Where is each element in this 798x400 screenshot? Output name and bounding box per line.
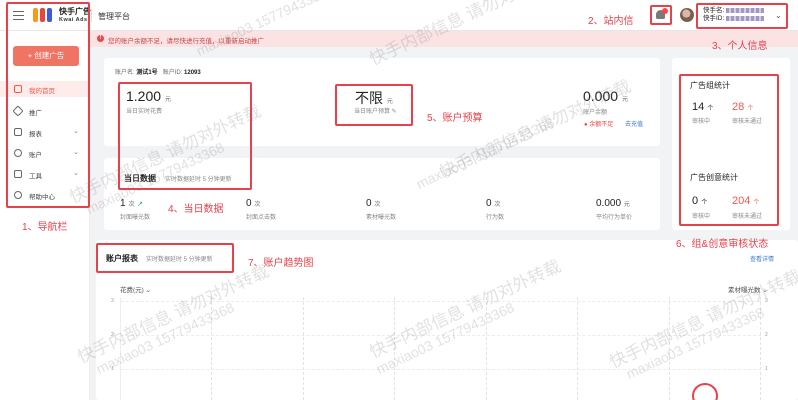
annotation-box-profile: [696, 3, 788, 29]
account-name-line: 账户名: 测试1号 账户ID: 12093: [115, 67, 201, 76]
annotation-box-today: [118, 82, 252, 190]
grid-line: [669, 297, 670, 400]
annotation-box-messages: [650, 5, 672, 25]
metric-label: 行为数: [486, 215, 505, 221]
metric-label: 封面点击数: [246, 215, 277, 221]
trend-up-icon: ↗: [137, 201, 144, 208]
metric-actions-value: 0 次: [486, 198, 501, 209]
annotation-label-today: 4、当日数据: [168, 204, 224, 215]
view-detail-link[interactable]: 查看详情: [750, 254, 774, 263]
top-bar: 快手广告 Kwai Ads 管理平台 快手名: 快手ID: ⌄: [0, 0, 798, 31]
divider: [91, 9, 92, 22]
alert-icon: !: [97, 35, 104, 42]
grid-line: [394, 297, 395, 400]
recharge-link[interactable]: 去充值: [625, 119, 643, 128]
annotation-label-profile: 3、个人信息: [712, 41, 768, 52]
account-name: 测试1号: [136, 70, 158, 76]
metric-label: 封面曝光数: [120, 215, 151, 221]
grid-line: [121, 335, 761, 336]
grid-line: [577, 297, 578, 400]
balance-label: 账户余额: [583, 110, 608, 116]
alert-text: 您的账户余额不足，请尽快进行充值，以重新启动推广: [108, 38, 264, 45]
metric-label: 平均行为单价: [596, 215, 633, 221]
annotation-label-budget: 5、账户预算: [427, 113, 483, 124]
annotation-label-review: 6、组&创意审核状态: [676, 239, 769, 250]
trend-chart-area: [120, 297, 761, 400]
annotation-label-messages: 2、站内信: [588, 16, 634, 27]
annotation-box-nav: [6, 2, 90, 208]
grid-line: [121, 369, 761, 370]
chevron-down-icon: ⌄: [762, 287, 768, 294]
grid-line: [486, 297, 487, 400]
grid-line: [760, 297, 761, 400]
balance-alert: ! 您的账户余额不足，请尽快进行充值，以重新启动推广: [90, 31, 798, 47]
y-tick-left: 3: [111, 298, 114, 304]
metric-cover-impressions-value: 1 次 ↗: [120, 198, 144, 209]
balance-value: 0.000 元: [583, 88, 628, 104]
grid-line: [211, 297, 212, 400]
metric-avg-action-price-value: 0.000 元: [596, 198, 630, 209]
platform-title: 管理平台: [98, 12, 130, 21]
account-name-label: 账户名:: [115, 70, 135, 76]
account-id: 12093: [184, 70, 201, 76]
annotation-box-review: [679, 74, 779, 226]
right-metric-select[interactable]: 素材曝光数 ⌄: [728, 284, 768, 294]
metric-material-impressions-value: 0 次: [366, 198, 381, 209]
left-metric-select[interactable]: 花费(元) ⌄: [120, 284, 151, 294]
metric-cover-clicks-value: 0 次: [246, 198, 261, 209]
metric-label: 素材曝光数: [366, 215, 397, 221]
y-tick-right: 1: [765, 366, 768, 372]
balance-warning: ● 余额不足: [584, 122, 614, 128]
chevron-down-icon: ⌄: [145, 287, 152, 294]
y-tick-left: 1: [111, 366, 114, 372]
avatar[interactable]: [680, 8, 694, 22]
annotation-label-trend: 7、账户趋势图: [248, 258, 314, 269]
y-tick-left: 2: [111, 332, 114, 338]
grid-line: [303, 297, 304, 400]
annotation-box-trend: [96, 243, 234, 273]
y-tick-right: 3: [765, 298, 768, 304]
annotation-box-budget: [335, 84, 413, 126]
annotation-label-nav: 1、导航栏: [22, 222, 68, 233]
account-id-label: 账户ID:: [162, 70, 183, 76]
grid-line: [121, 301, 761, 302]
y-tick-right: 2: [765, 332, 768, 338]
